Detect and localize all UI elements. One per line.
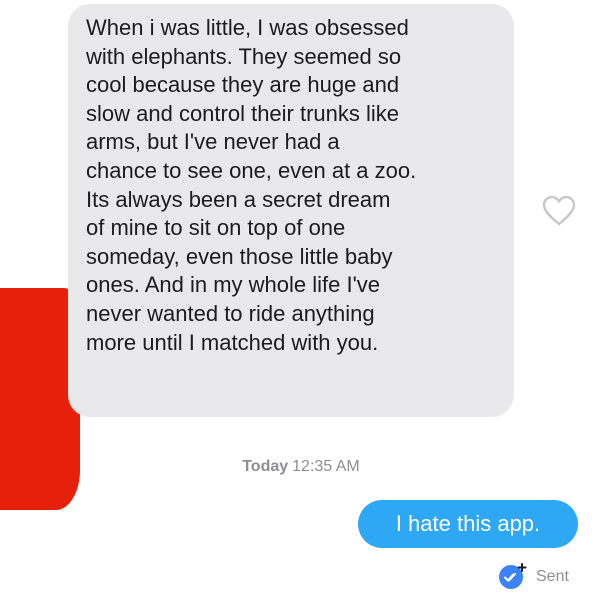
incoming-message-text: When i was little, I was obsessed with e… bbox=[86, 15, 417, 355]
message-timestamp: Today 12:35 AM bbox=[0, 458, 602, 476]
timestamp-day: Today bbox=[242, 458, 289, 475]
delivery-status: Sent bbox=[536, 568, 569, 585]
outgoing-message-bubble[interactable]: I hate this app. bbox=[358, 500, 578, 548]
incoming-message-bubble[interactable]: When i was little, I was obsessed with e… bbox=[68, 4, 514, 417]
heart-icon[interactable] bbox=[541, 194, 577, 228]
blue-check-plus-icon bbox=[498, 562, 528, 590]
outgoing-message-text: I hate this app. bbox=[395, 511, 541, 536]
timestamp-time: 12:35 AM bbox=[292, 458, 360, 475]
